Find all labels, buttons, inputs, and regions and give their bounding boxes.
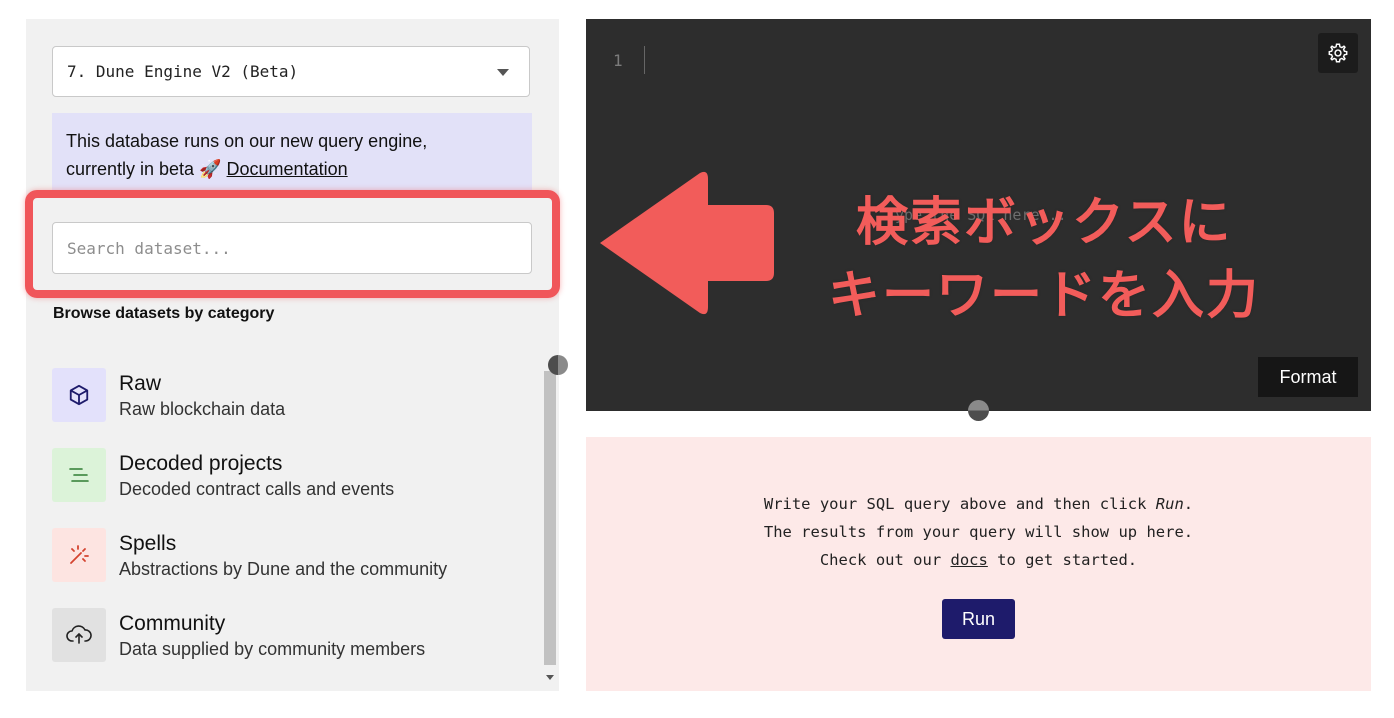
annotation-text-line-1: 検索ボックスに (856, 194, 1233, 252)
lines-icon (52, 448, 106, 502)
results-empty-message: Write your SQL query above and then clic… (586, 490, 1371, 574)
dataset-explorer-panel: 7. Dune Engine V2 (Beta) This database r… (26, 19, 559, 691)
category-title: Decoded projects (119, 452, 283, 475)
scroll-down-arrow-icon[interactable] (546, 675, 554, 680)
results-line-3: Check out our docs to get started. (819, 551, 1138, 569)
annotation-arrow-icon (600, 171, 774, 315)
results-panel: Write your SQL query above and then clic… (586, 437, 1371, 691)
beta-notice-text-2: currently in beta (66, 159, 195, 179)
results-line-2: The results from your query will show up… (763, 523, 1194, 541)
cloud-upload-icon (52, 608, 106, 662)
run-button[interactable]: Run (942, 599, 1015, 639)
category-description: Data supplied by community members (119, 639, 426, 659)
editor-settings-button[interactable] (1318, 33, 1358, 73)
category-description: Abstractions by Dune and the community (119, 559, 448, 579)
category-item-spells[interactable]: Spells Abstractions by Dune and the comm… (52, 528, 512, 582)
line-number: 1 (613, 51, 623, 70)
annotation-text-line-2: キーワードを入力 (828, 267, 1261, 325)
chevron-down-icon (497, 69, 509, 76)
beta-notice-text: This database runs on our new query engi… (66, 131, 428, 151)
category-description: Decoded contract calls and events (119, 479, 395, 499)
panel-resize-handle[interactable] (548, 355, 568, 375)
category-heading: Browse datasets by category (53, 305, 275, 322)
text-cursor (644, 46, 645, 74)
rocket-icon: 🚀 (199, 159, 222, 179)
format-button[interactable]: Format (1258, 357, 1358, 397)
category-title: Community (119, 612, 226, 635)
database-select-value: 7. Dune Engine V2 (Beta) (67, 62, 299, 81)
category-description: Raw blockchain data (119, 399, 286, 419)
category-item-community[interactable]: Community Data supplied by community mem… (52, 608, 512, 662)
category-item-raw[interactable]: Raw Raw blockchain data (52, 368, 512, 422)
editor-resize-handle[interactable] (968, 400, 989, 421)
beta-notice: This database runs on our new query engi… (52, 113, 532, 197)
database-select[interactable]: 7. Dune Engine V2 (Beta) (52, 46, 530, 97)
category-title: Spells (119, 532, 177, 555)
scrollbar-thumb[interactable] (544, 371, 556, 665)
category-item-decoded-projects[interactable]: Decoded projects Decoded contract calls … (52, 448, 512, 502)
docs-link[interactable]: docs (951, 551, 988, 569)
cube-icon (52, 368, 106, 422)
category-title: Raw (119, 372, 162, 395)
magic-wand-icon (52, 528, 106, 582)
results-line-1: Write your SQL query above and then clic… (763, 495, 1194, 513)
category-scrollbar[interactable] (543, 371, 557, 689)
annotation-highlight-box (25, 190, 560, 298)
gear-icon (1328, 43, 1348, 63)
documentation-link[interactable]: Documentation (227, 159, 348, 179)
